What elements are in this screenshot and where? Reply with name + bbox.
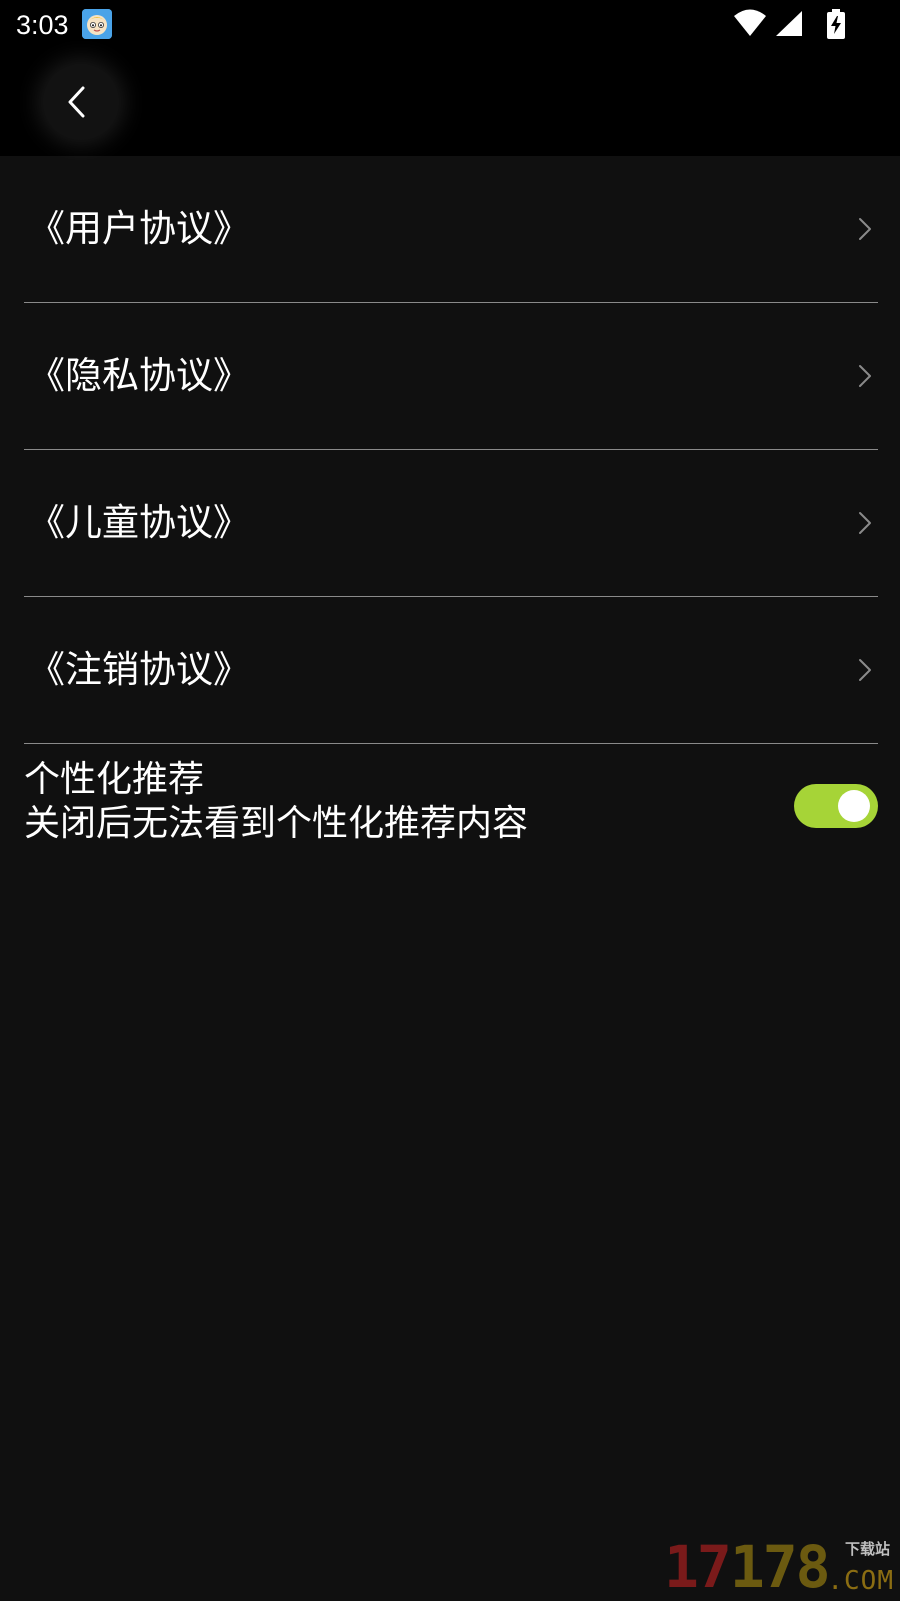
user-agreement-label: 《用户协议》 — [28, 207, 250, 250]
chevron-right-icon — [859, 512, 871, 534]
user-agreement-item[interactable]: 《用户协议》 — [24, 156, 878, 303]
personalized-recommendation-toggle[interactable] — [794, 784, 878, 828]
battery-charging-icon — [827, 9, 845, 39]
chevron-right-icon — [859, 365, 871, 387]
watermark-suffix: .COM — [827, 1566, 894, 1596]
account-deletion-agreement-item[interactable]: 《注销协议》 — [24, 597, 878, 744]
children-agreement-label: 《儿童协议》 — [28, 501, 250, 544]
personalized-recommendation-subtitle: 关闭后无法看到个性化推荐内容 — [24, 803, 529, 844]
wifi-icon — [734, 9, 766, 36]
account-deletion-agreement-label: 《注销协议》 — [28, 648, 250, 691]
privacy-agreement-label: 《隐私协议》 — [28, 354, 250, 397]
status-time: 3:03 — [16, 10, 69, 40]
top-bar — [0, 50, 900, 156]
baby-face-icon — [82, 9, 112, 39]
signal-icon — [776, 11, 802, 36]
watermark-digits-b: 178 — [729, 1533, 831, 1601]
settings-list: 《用户协议》 《隐私协议》 《儿童协议》 《注销协议》 个性化推荐 关闭后无法看… — [0, 156, 900, 864]
watermark-cn-text: 下载站 — [844, 1540, 890, 1558]
chevron-left-icon — [68, 86, 85, 118]
back-button[interactable] — [43, 64, 119, 140]
chevron-right-icon — [859, 659, 871, 681]
personalized-recommendation-title: 个性化推荐 — [24, 759, 205, 800]
watermark-digits: 17178 — [664, 1533, 831, 1601]
chevron-right-icon — [859, 218, 871, 240]
watermark-logo: 17178 下载站 .COM — [664, 1536, 894, 1598]
privacy-agreement-item[interactable]: 《隐私协议》 — [24, 303, 878, 450]
children-agreement-item[interactable]: 《儿童协议》 — [24, 450, 878, 597]
status-bar: 3:03 — [0, 0, 900, 50]
toggle-knob — [838, 790, 870, 822]
personalized-recommendation-row: 个性化推荐 关闭后无法看到个性化推荐内容 — [24, 744, 878, 864]
watermark-digits-a: 17 — [664, 1533, 732, 1601]
